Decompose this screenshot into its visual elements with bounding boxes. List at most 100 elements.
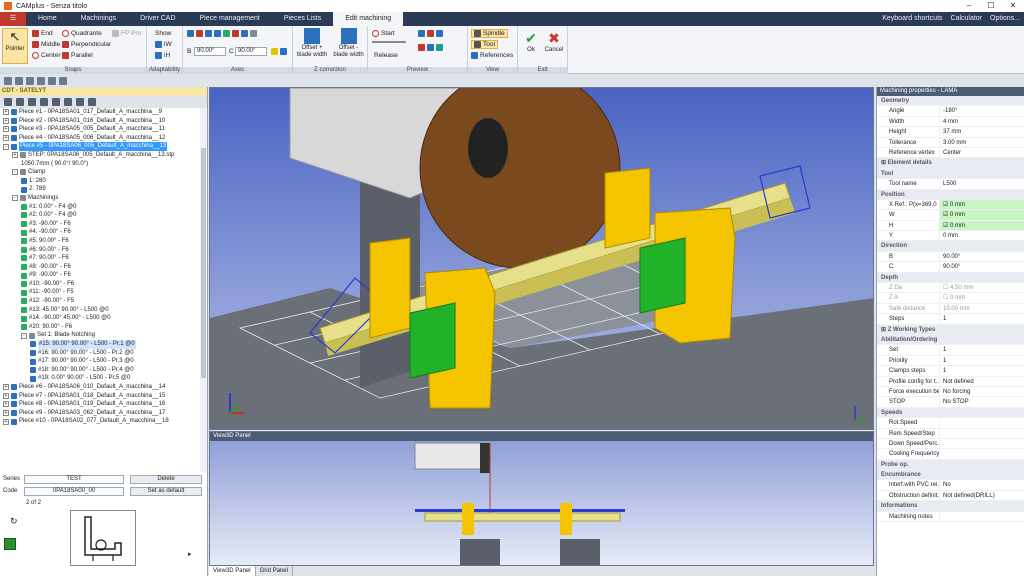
offset-minus-blade-button[interactable]: Offset - blade width [331, 28, 366, 59]
tree-item[interactable]: - Clamp [0, 168, 200, 177]
print-icon[interactable] [37, 77, 45, 85]
tool-toggle[interactable]: Tool [471, 40, 498, 49]
file-menu-button[interactable]: ☰ [0, 12, 26, 26]
tab-view3d-panel[interactable]: View3D Panel [209, 566, 256, 576]
tree-item[interactable]: + Piece #3 - 0PA18SA05_005_Default_A_macc… [0, 125, 200, 134]
expand-icon[interactable]: + [3, 109, 9, 116]
property-value[interactable]: ☑ 0 mm [939, 220, 1024, 231]
delete-button[interactable]: Delete [130, 475, 202, 484]
property-category[interactable]: ⊞ Element details [877, 158, 1024, 169]
tree-item[interactable]: + Piece #6 - 0PA18SA06_010_Default_A_macc… [0, 383, 200, 392]
axis-icon[interactable] [205, 30, 212, 37]
tab-piece-management[interactable]: Piece management [188, 12, 272, 26]
property-value[interactable]: 4 mm [939, 116, 1024, 127]
collapse-icon[interactable]: - [21, 332, 27, 339]
tree-item[interactable]: #7: 90.00° - F6 [0, 254, 200, 263]
apply-icon[interactable] [271, 48, 278, 55]
tab-edit-machining[interactable]: Edit machining [333, 12, 404, 26]
property-value[interactable] [939, 511, 1024, 522]
property-value[interactable]: No forcing [939, 386, 1024, 397]
tree-item[interactable]: #19: 0.00° 90.00° - L500 - Pr.5 @0 [0, 374, 200, 383]
property-category[interactable]: Direction [877, 241, 1024, 252]
tree-item[interactable]: #4: -90.00° - F6 [0, 228, 200, 237]
preview-icon[interactable] [436, 30, 443, 37]
undo-icon[interactable] [48, 77, 56, 85]
tree-item[interactable]: + Piece #4 - 0PA18SA05_006_Default_A_macc… [0, 134, 200, 143]
tab-grid-panel[interactable]: Grid Panel [256, 566, 293, 576]
property-value[interactable]: 1 [939, 366, 1024, 376]
open-icon[interactable] [15, 77, 23, 85]
tree-item[interactable]: #6: 90.00° - F6 [0, 246, 200, 255]
expand-icon[interactable]: + [3, 410, 9, 417]
property-value[interactable]: 90.00° [939, 262, 1024, 272]
property-value[interactable]: 1 [939, 355, 1024, 366]
calculator-link[interactable]: Calculator [947, 12, 987, 26]
tree-tool-icon[interactable] [16, 98, 24, 106]
tree-tool-icon[interactable] [28, 98, 36, 106]
tree-tool-icon[interactable] [64, 98, 72, 106]
set-as-default-button[interactable]: Set as default [130, 487, 202, 496]
property-value[interactable]: 37 mm [939, 127, 1024, 137]
tree-item[interactable]: #18: 90.00° 90.00° - L500 - Pr.4 @0 [0, 366, 200, 375]
axis-icon[interactable] [214, 30, 221, 37]
axis-icon[interactable] [196, 30, 203, 37]
property-value[interactable]: 10.00 mm [939, 303, 1024, 314]
scrollbar-thumb[interactable] [201, 148, 206, 378]
tab-driver-cad[interactable]: Driver CAD [128, 12, 187, 26]
tree-item[interactable]: #15: 90.00° 90.00° - L500 - Pr.1 @0 [0, 340, 200, 349]
tree-item[interactable]: #2: 0.00° - F4 @0 [0, 211, 200, 220]
collapse-icon[interactable]: - [12, 169, 18, 176]
tree-item[interactable]: #1: 0.00° - F4 @0 [0, 203, 200, 212]
property-value[interactable] [939, 428, 1024, 438]
tree-item[interactable]: #8: -90.00° - F6 [0, 263, 200, 272]
tree-item[interactable]: #12: -90.00° - F5 [0, 297, 200, 306]
snap-fp-pro-button[interactable]: FP Pro [112, 30, 141, 37]
tree-item[interactable]: + Piece #7 - 0PA18SA01_018_Default_A_macc… [0, 392, 200, 401]
property-value[interactable]: 3.00 mm [939, 137, 1024, 147]
property-category[interactable]: Encumbrance [877, 470, 1024, 481]
property-category[interactable]: Informations [877, 501, 1024, 512]
show-button[interactable]: Show [155, 30, 171, 37]
tree-tool-icon[interactable] [88, 98, 96, 106]
side-viewport[interactable] [210, 441, 873, 565]
property-category[interactable]: Geometry [877, 96, 1024, 107]
property-category[interactable]: Abilitation/Ordering [877, 334, 1024, 346]
iw-button[interactable]: iW [155, 41, 172, 48]
b-axis-field[interactable]: 90.00° [194, 47, 226, 56]
property-category[interactable]: Probe op. [877, 459, 1024, 471]
axis-icon[interactable] [250, 30, 257, 37]
tree-item[interactable]: + Piece #2 - 0PA18SA01_016_Default_A_macc… [0, 117, 200, 126]
property-value[interactable] [939, 438, 1024, 449]
ok-button[interactable]: ✔ Ok [521, 30, 541, 54]
snap-middle-button[interactable]: Middle [32, 41, 60, 48]
axis-icon[interactable] [223, 30, 230, 37]
tab-machinings[interactable]: Machinings [69, 12, 128, 26]
property-value[interactable]: Not defined(DRILL) [939, 490, 1024, 501]
property-category[interactable]: ⊞ Z Working Types [877, 324, 1024, 335]
property-value[interactable] [939, 449, 1024, 459]
tree-tool-icon[interactable] [40, 98, 48, 106]
tree-item[interactable]: #16: 90.00° 90.00° - L500 - Pr.2 @0 [0, 349, 200, 358]
options-link[interactable]: Options... [986, 12, 1024, 26]
snap-quadrante-button[interactable]: Quadrante [62, 30, 102, 37]
tree-tool-icon[interactable] [76, 98, 84, 106]
new-icon[interactable] [4, 77, 12, 85]
property-value[interactable]: Not defined [939, 376, 1024, 386]
start-button[interactable]: Start [372, 30, 395, 37]
property-value[interactable]: 90.00° [939, 251, 1024, 262]
tab-pieces-lists[interactable]: Pieces Lists [272, 12, 333, 26]
tree-item[interactable]: - Piece #5 - 0PA18SA06_005_Default_A_macc… [0, 142, 200, 151]
property-value[interactable] [939, 418, 1024, 428]
property-value[interactable]: Center [939, 147, 1024, 158]
tree-item[interactable]: #14: -90.00° 45.00° - L500 @0 [0, 314, 200, 323]
spindle-toggle[interactable]: Spindle [471, 29, 508, 38]
minimize-button[interactable]: – [958, 0, 980, 12]
expand-icon[interactable]: + [3, 392, 9, 399]
preview-icon[interactable] [418, 44, 425, 51]
offset-plus-blade-button[interactable]: Offset + blade width [295, 28, 329, 59]
apply-icon[interactable] [280, 48, 287, 55]
references-toggle[interactable]: References [471, 52, 513, 59]
property-value[interactable]: No STOP [939, 397, 1024, 407]
tree-item[interactable]: #10: -90.00° - F6 [0, 280, 200, 289]
expand-icon[interactable]: + [12, 152, 18, 159]
